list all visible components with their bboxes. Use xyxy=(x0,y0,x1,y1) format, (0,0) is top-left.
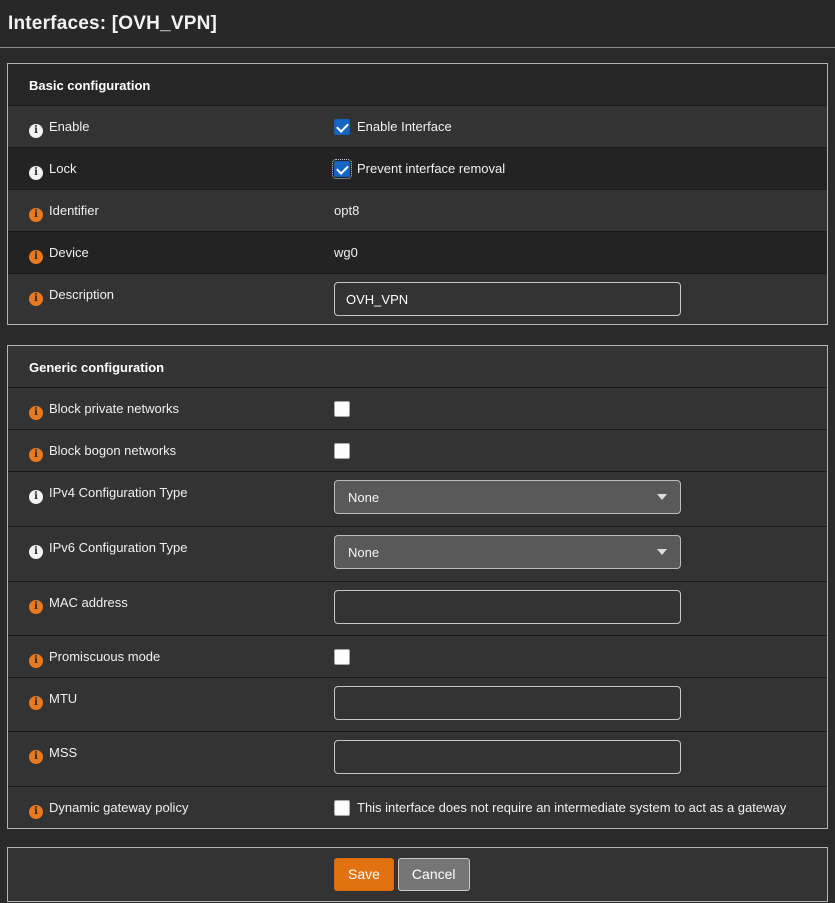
dynamic-gateway-checkbox-label: This interface does not require an inter… xyxy=(357,799,786,816)
info-icon[interactable] xyxy=(29,166,43,180)
page-title-bar: Interfaces: [OVH_VPN] xyxy=(0,0,835,48)
info-icon[interactable] xyxy=(29,600,43,614)
cancel-button[interactable]: Cancel xyxy=(398,858,470,891)
field-label-mtu: MTU xyxy=(49,691,77,706)
save-button[interactable]: Save xyxy=(334,858,394,891)
field-label-mac: MAC address xyxy=(49,595,128,610)
ipv6-config-select-value: None xyxy=(348,545,379,560)
field-label-lock: Lock xyxy=(49,161,76,176)
info-icon[interactable] xyxy=(29,750,43,764)
ipv6-config-select[interactable]: None xyxy=(334,535,681,569)
description-input[interactable] xyxy=(334,282,681,316)
field-label-dynamic-gateway: Dynamic gateway policy xyxy=(49,800,188,815)
info-icon[interactable] xyxy=(29,406,43,420)
form-row-ipv4-type: IPv4 Configuration Type None xyxy=(8,472,827,527)
prevent-removal-checkbox-label: Prevent interface removal xyxy=(357,160,505,177)
info-icon[interactable] xyxy=(29,545,43,559)
form-row-device: Device wg0 xyxy=(8,232,827,274)
form-row-dynamic-gateway: Dynamic gateway policy This interface do… xyxy=(8,787,827,828)
device-value: wg0 xyxy=(334,245,358,260)
field-label-mss: MSS xyxy=(49,745,77,760)
field-label-identifier: Identifier xyxy=(49,203,99,218)
form-row-promiscuous: Promiscuous mode xyxy=(8,636,827,678)
field-label-promiscuous: Promiscuous mode xyxy=(49,649,160,664)
form-row-enable: Enable Enable Interface xyxy=(8,106,827,148)
info-icon[interactable] xyxy=(29,805,43,819)
mac-address-input[interactable] xyxy=(334,590,681,624)
info-icon[interactable] xyxy=(29,490,43,504)
field-label-description: Description xyxy=(49,287,114,302)
enable-interface-checkbox-label: Enable Interface xyxy=(357,118,452,135)
info-icon[interactable] xyxy=(29,448,43,462)
chevron-down-icon xyxy=(657,494,667,500)
info-icon[interactable] xyxy=(29,124,43,138)
block-private-checkbox[interactable] xyxy=(334,401,350,417)
prevent-removal-checkbox[interactable] xyxy=(334,161,350,177)
field-label-ipv6-type: IPv6 Configuration Type xyxy=(49,540,188,555)
field-label-block-bogon: Block bogon networks xyxy=(49,443,176,458)
section-title-generic: Generic configuration xyxy=(8,346,827,388)
mtu-input[interactable] xyxy=(334,686,681,720)
form-row-mac: MAC address xyxy=(8,582,827,636)
action-bar: Save Cancel xyxy=(7,847,828,902)
page-title: Interfaces: [OVH_VPN] xyxy=(8,13,217,35)
field-label-enable: Enable xyxy=(49,119,89,134)
field-label-ipv4-type: IPv4 Configuration Type xyxy=(49,485,188,500)
chevron-down-icon xyxy=(657,549,667,555)
section-title-basic: Basic configuration xyxy=(8,64,827,106)
info-icon[interactable] xyxy=(29,654,43,668)
basic-configuration-panel: Basic configuration Enable Enable Interf… xyxy=(7,63,828,325)
generic-configuration-panel: Generic configuration Block private netw… xyxy=(7,345,828,829)
dynamic-gateway-checkbox[interactable] xyxy=(334,800,350,816)
enable-interface-checkbox[interactable] xyxy=(334,119,350,135)
info-icon[interactable] xyxy=(29,250,43,264)
promiscuous-mode-checkbox[interactable] xyxy=(334,649,350,665)
field-label-block-private: Block private networks xyxy=(49,401,179,416)
ipv4-config-select-value: None xyxy=(348,490,379,505)
field-label-device: Device xyxy=(49,245,89,260)
form-row-identifier: Identifier opt8 xyxy=(8,190,827,232)
ipv4-config-select[interactable]: None xyxy=(334,480,681,514)
form-row-mss: MSS xyxy=(8,732,827,787)
info-icon[interactable] xyxy=(29,208,43,222)
form-row-lock: Lock Prevent interface removal xyxy=(8,148,827,190)
mss-input[interactable] xyxy=(334,740,681,774)
form-row-description: Description xyxy=(8,274,827,324)
form-row-block-private: Block private networks xyxy=(8,388,827,430)
form-row-mtu: MTU xyxy=(8,678,827,732)
form-row-ipv6-type: IPv6 Configuration Type None xyxy=(8,527,827,582)
info-icon[interactable] xyxy=(29,696,43,710)
info-icon[interactable] xyxy=(29,292,43,306)
identifier-value: opt8 xyxy=(334,203,359,218)
form-row-block-bogon: Block bogon networks xyxy=(8,430,827,472)
block-bogon-checkbox[interactable] xyxy=(334,443,350,459)
